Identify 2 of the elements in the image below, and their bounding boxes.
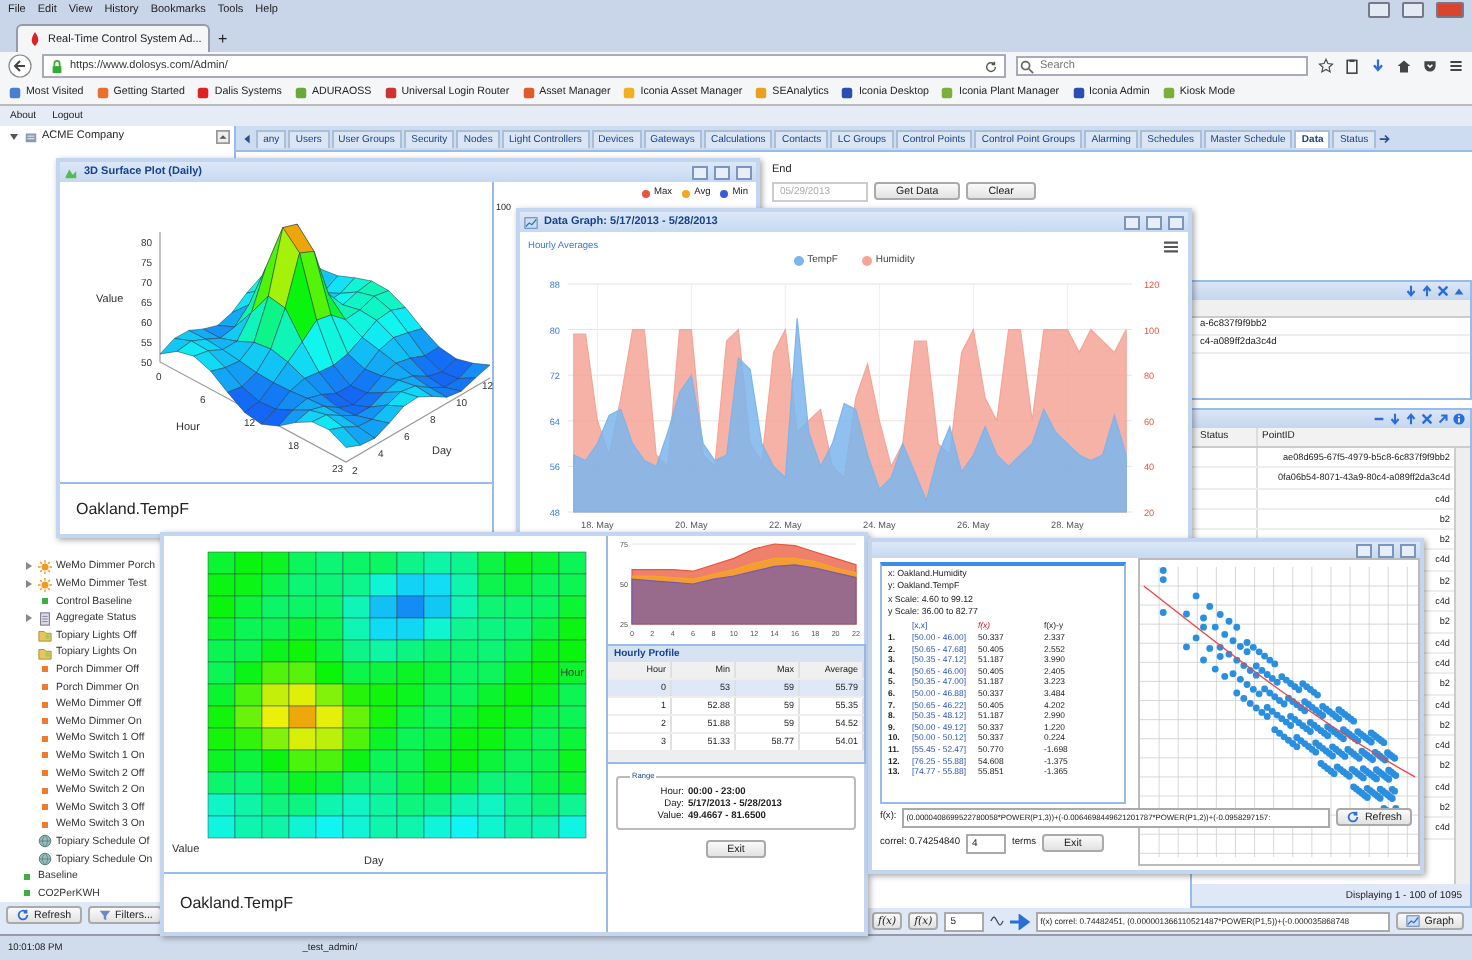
plot-caption: Oakland.TempF [76,500,189,518]
plot-caption: Oakland.TempF [180,894,293,912]
